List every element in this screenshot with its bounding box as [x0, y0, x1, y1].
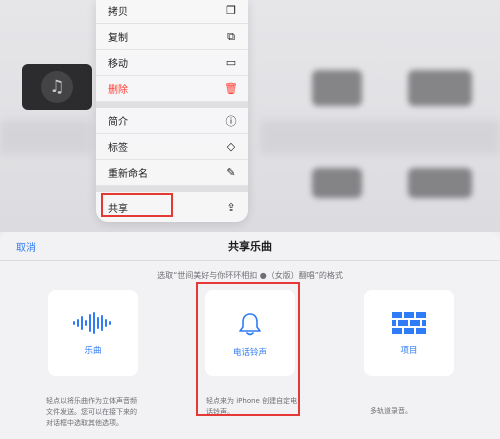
- menu-item-label: 拷贝: [108, 7, 128, 18]
- brick-wall-icon: [392, 312, 426, 334]
- context-menu: 拷贝 ❐ 复制 ⧉ 移动 ▭ 删除 🗑 简介 ⓘ 标签 ◇ 重新命名 ✎ 共享 …: [96, 0, 248, 222]
- guitar-icon: ♫: [41, 71, 73, 103]
- song-thumbnail[interactable]: ♫: [22, 64, 92, 110]
- pencil-icon: ✎: [226, 166, 236, 179]
- menu-item-label: 复制: [108, 33, 128, 44]
- info-icon: ⓘ: [225, 114, 237, 128]
- menu-item-label: 重新命名: [108, 169, 148, 180]
- menu-item-label: 标签: [108, 143, 128, 154]
- format-prompt: 选取“世间美好与你环环相扣 ●（女版）翻唱”的格式: [157, 271, 343, 280]
- option-label: 乐曲: [84, 346, 102, 356]
- option-card-project[interactable]: 项目: [364, 290, 454, 376]
- ringtone-highlight-box: [196, 282, 300, 416]
- option-description: 轻点以将乐曲作为立体声音频文件发送。您可以在接下来的对话框中选取其他选项。: [46, 397, 137, 427]
- waveform-icon: [73, 312, 111, 334]
- option-description: 多轨道录音。: [370, 407, 412, 415]
- trash-icon: 🗑: [224, 82, 238, 95]
- share-highlight-box: [101, 193, 173, 217]
- menu-item-label: 删除: [108, 85, 128, 96]
- sheet-header: 取消 共享乐曲: [0, 232, 500, 261]
- menu-item-move[interactable]: 移动 ▭: [96, 50, 248, 76]
- blurred-thumbnail: [312, 168, 362, 198]
- duplicate-icon: ⧉: [227, 29, 235, 43]
- blurred-row: [0, 120, 92, 154]
- menu-separator: [96, 186, 248, 192]
- blurred-background: ♫: [0, 0, 500, 232]
- blurred-thumbnail: [312, 70, 362, 106]
- menu-item-duplicate[interactable]: 复制 ⧉: [96, 24, 248, 50]
- menu-item-rename[interactable]: 重新命名 ✎: [96, 160, 248, 186]
- menu-item-delete[interactable]: 删除 🗑: [96, 76, 248, 102]
- option-card-song[interactable]: 乐曲: [48, 290, 138, 376]
- folder-icon: ▭: [225, 56, 237, 69]
- copy-icon: ❐: [226, 4, 236, 17]
- menu-item-label: 移动: [108, 59, 128, 70]
- menu-item-label: 简介: [108, 117, 128, 128]
- option-label: 项目: [400, 346, 418, 356]
- menu-item-tag[interactable]: 标签 ◇: [96, 134, 248, 160]
- blurred-row: [260, 120, 500, 154]
- blurred-thumbnail: [408, 168, 472, 198]
- blurred-thumbnail: [408, 70, 472, 106]
- share-icon: ⇪: [226, 200, 236, 214]
- tag-icon: ◇: [226, 140, 236, 153]
- menu-item-copy[interactable]: 拷贝 ❐: [96, 0, 248, 24]
- menu-item-info[interactable]: 简介 ⓘ: [96, 108, 248, 134]
- sheet-title: 共享乐曲: [228, 240, 272, 253]
